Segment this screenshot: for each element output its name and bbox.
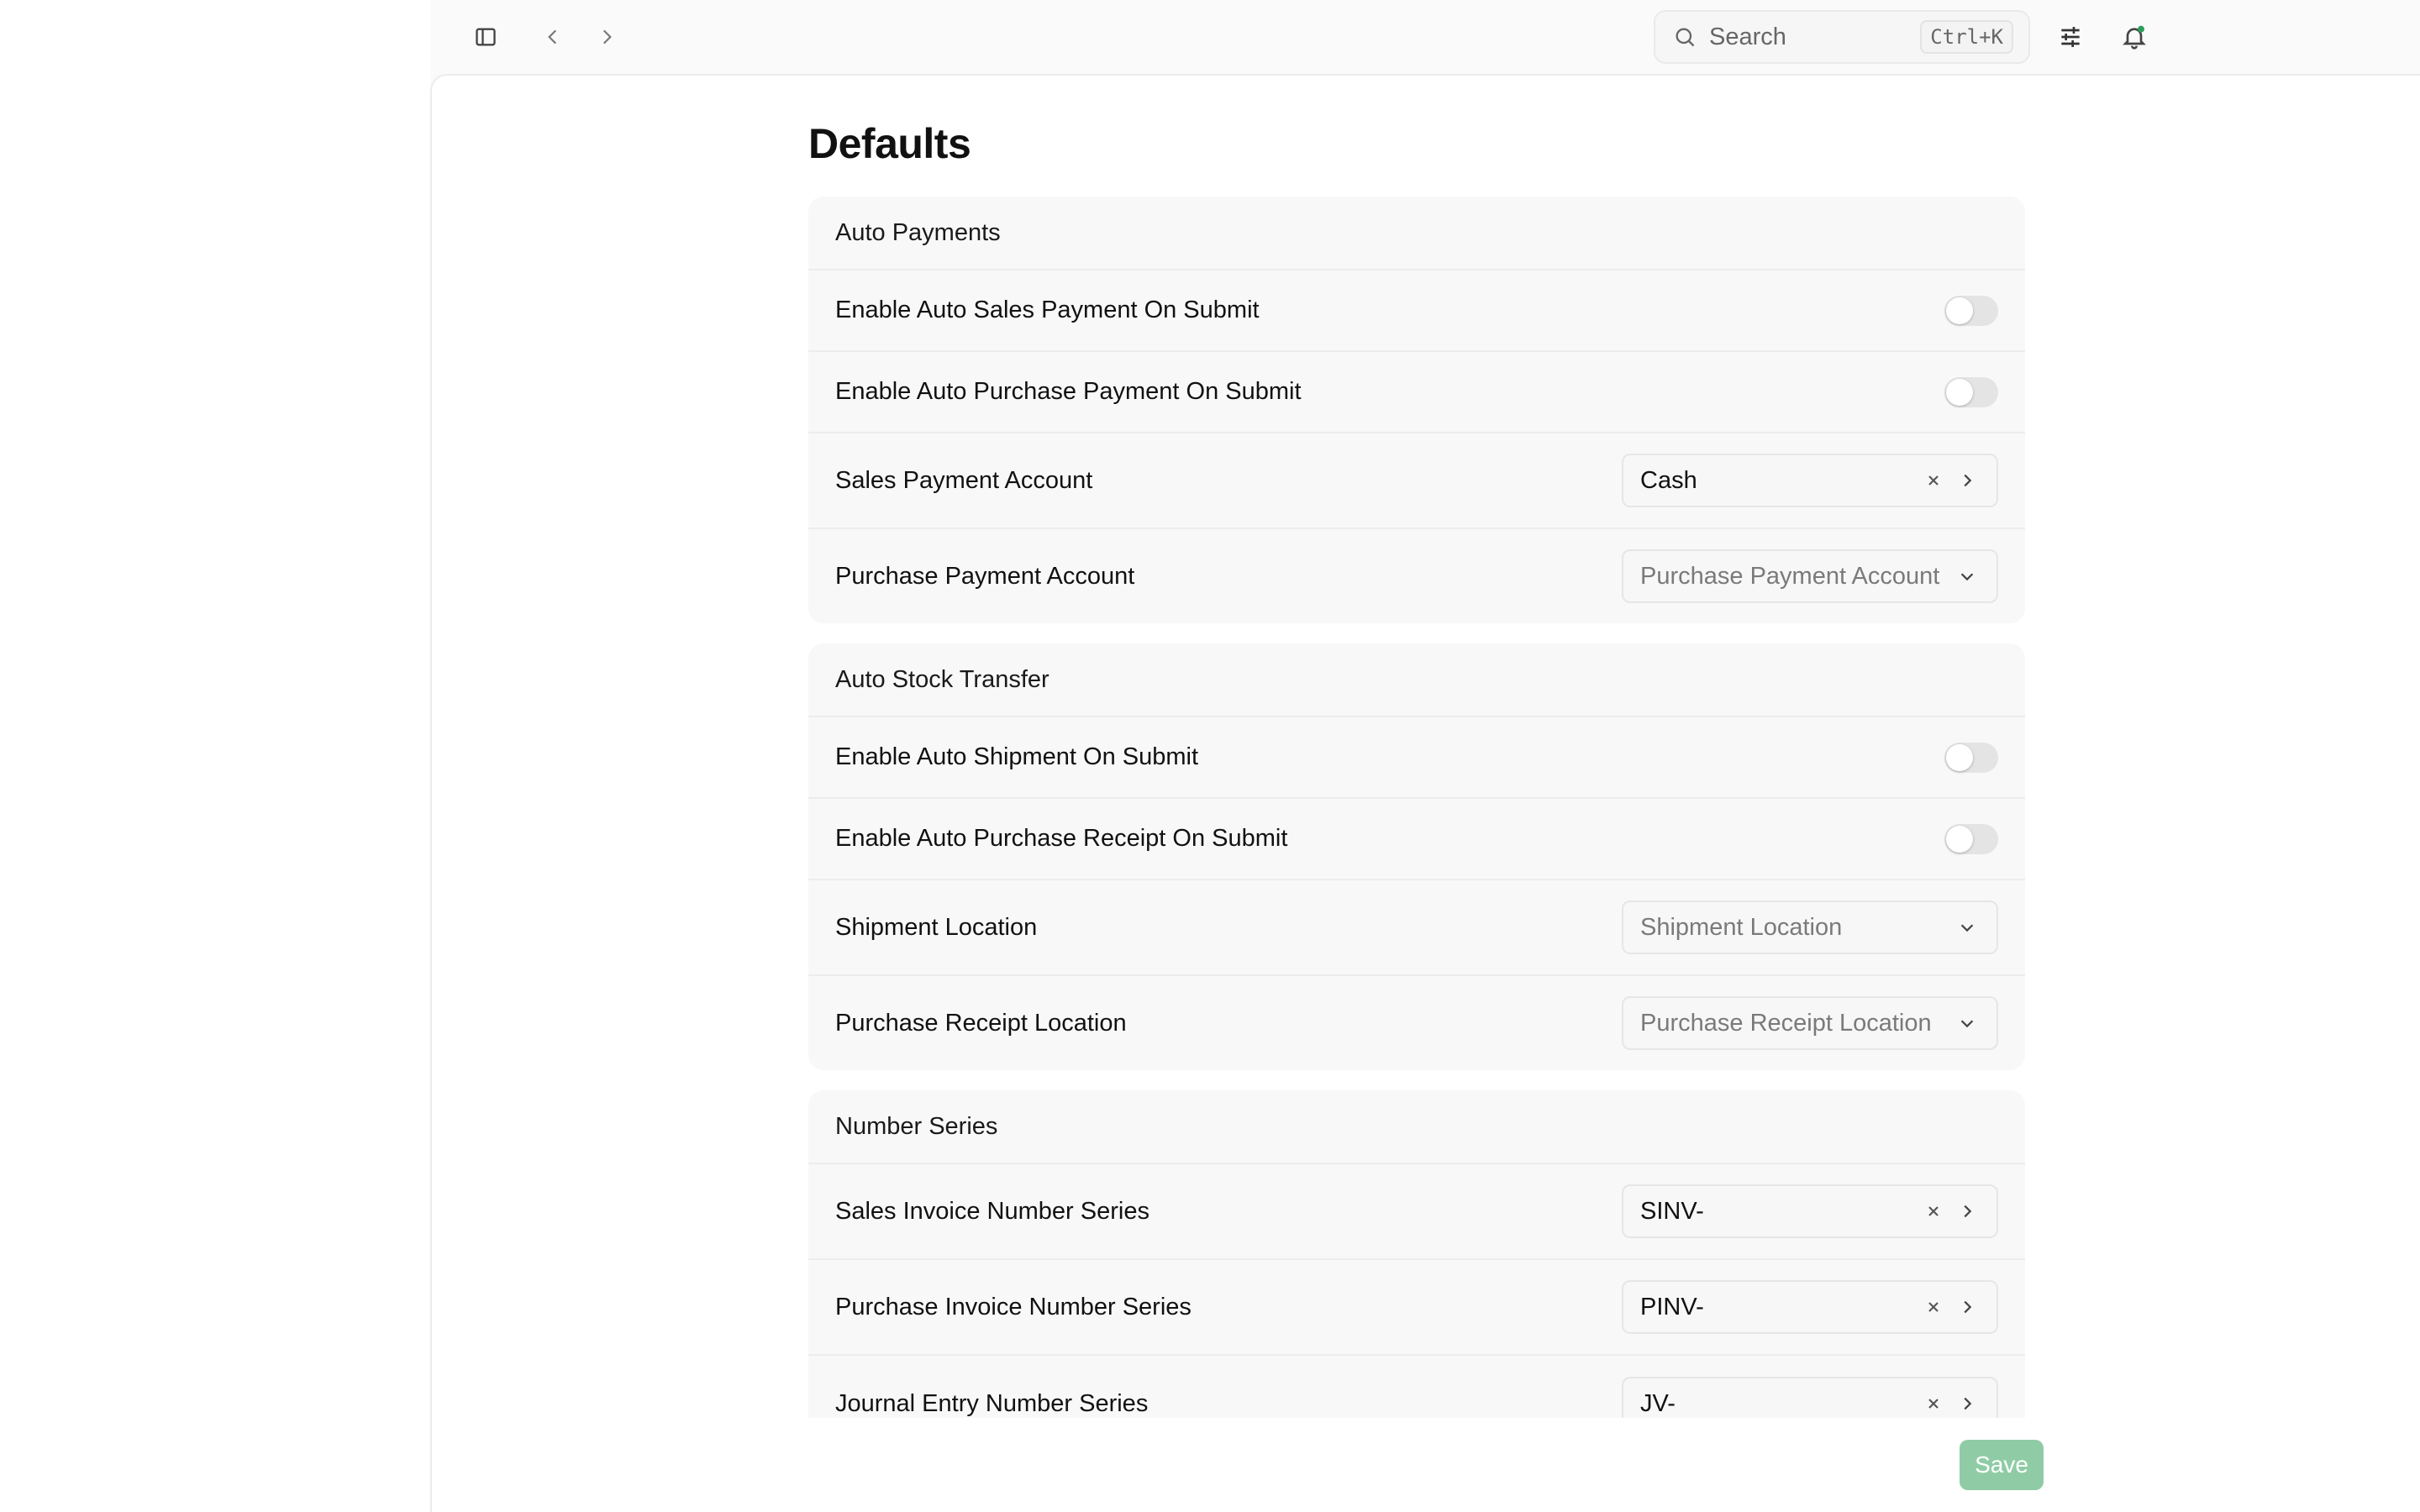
field-placeholder: Purchase Receipt Location — [1640, 1009, 1932, 1037]
chevron-right-icon[interactable] — [1954, 1199, 1980, 1224]
search-input[interactable]: Search Ctrl+K — [1654, 10, 2030, 64]
section-title: Auto Stock Transfer — [808, 643, 2025, 717]
clear-icon[interactable] — [1921, 1199, 1946, 1224]
purchase-payment-account-select[interactable]: Purchase Payment Account — [1622, 549, 1998, 603]
row-label: Purchase Payment Account — [835, 562, 1135, 590]
row-shipment-location: Shipment Location Shipment Location — [808, 880, 2025, 976]
row-label: Sales Invoice Number Series — [835, 1197, 1150, 1225]
chevron-down-icon — [1954, 915, 1980, 940]
search-label: Search — [1709, 23, 1786, 50]
chevron-right-icon[interactable] — [590, 20, 623, 54]
chevron-right-icon[interactable] — [1954, 468, 1980, 493]
search-icon — [1670, 23, 1699, 51]
clear-icon[interactable] — [1921, 1391, 1946, 1416]
row-label: Enable Auto Shipment On Submit — [835, 743, 1199, 770]
sidebar-toggle-icon[interactable] — [469, 20, 502, 54]
row-enable-auto-purchase-receipt: Enable Auto Purchase Receipt On Submit — [808, 799, 2025, 880]
row-purchase-invoice-series: Purchase Invoice Number Series PINV- — [808, 1260, 2025, 1356]
field-placeholder: Shipment Location — [1640, 913, 1843, 941]
search-shortcut: Ctrl+K — [1920, 20, 2013, 54]
page-title: Defaults — [808, 120, 971, 167]
chevron-right-icon[interactable] — [1954, 1391, 1980, 1416]
sales-payment-account-field[interactable]: Cash — [1622, 454, 1998, 507]
field-value: PINV- — [1640, 1293, 1704, 1320]
sales-invoice-series-field[interactable]: SINV- — [1622, 1184, 1998, 1238]
field-value: JV- — [1640, 1389, 1676, 1417]
row-label: Journal Entry Number Series — [835, 1389, 1149, 1417]
sliders-icon[interactable] — [2054, 20, 2087, 54]
purchase-invoice-series-field[interactable]: PINV- — [1622, 1280, 1998, 1334]
bell-icon[interactable] — [2118, 20, 2151, 54]
save-button[interactable]: Save — [1960, 1440, 2044, 1490]
settings-scroll-area[interactable]: Auto Payments Enable Auto Sales Payment … — [808, 197, 2025, 1418]
field-placeholder: Purchase Payment Account — [1640, 562, 1940, 590]
row-purchase-payment-account: Purchase Payment Account Purchase Paymen… — [808, 529, 2025, 623]
chevron-right-icon[interactable] — [1954, 1294, 1980, 1320]
section-auto-stock-transfer: Auto Stock Transfer Enable Auto Shipment… — [808, 643, 2025, 1070]
field-value: SINV- — [1640, 1197, 1704, 1225]
row-purchase-receipt-location: Purchase Receipt Location Purchase Recei… — [808, 976, 2025, 1070]
enable-auto-sales-payment-toggle[interactable] — [1944, 295, 1998, 326]
clear-icon[interactable] — [1921, 468, 1946, 493]
row-sales-invoice-series: Sales Invoice Number Series SINV- — [808, 1164, 2025, 1260]
row-enable-auto-shipment: Enable Auto Shipment On Submit — [808, 717, 2025, 799]
enable-auto-purchase-payment-toggle[interactable] — [1944, 376, 1998, 407]
journal-entry-series-field[interactable]: JV- — [1622, 1377, 1998, 1418]
sidebar-area — [0, 0, 430, 1512]
row-enable-auto-purchase-payment: Enable Auto Purchase Payment On Submit — [808, 352, 2025, 433]
row-label: Purchase Invoice Number Series — [835, 1293, 1192, 1320]
purchase-receipt-location-select[interactable]: Purchase Receipt Location — [1622, 996, 1998, 1050]
chevron-down-icon — [1954, 564, 1980, 589]
row-label: Sales Payment Account — [835, 466, 1093, 494]
enable-auto-purchase-receipt-toggle[interactable] — [1944, 823, 1998, 854]
row-label: Shipment Location — [835, 913, 1038, 941]
row-sales-payment-account: Sales Payment Account Cash — [808, 433, 2025, 529]
row-journal-entry-series: Journal Entry Number Series JV- — [808, 1356, 2025, 1418]
enable-auto-shipment-toggle[interactable] — [1944, 742, 1998, 773]
section-title: Number Series — [808, 1090, 2025, 1164]
section-number-series: Number Series Sales Invoice Number Serie… — [808, 1090, 2025, 1418]
section-auto-payments: Auto Payments Enable Auto Sales Payment … — [808, 197, 2025, 623]
chevron-down-icon — [1954, 1011, 1980, 1036]
row-label: Purchase Receipt Location — [835, 1009, 1127, 1037]
field-value: Cash — [1640, 466, 1697, 494]
section-title: Auto Payments — [808, 197, 2025, 270]
shipment-location-select[interactable]: Shipment Location — [1622, 900, 1998, 954]
row-label: Enable Auto Sales Payment On Submit — [835, 297, 1260, 323]
row-label: Enable Auto Purchase Receipt On Submit — [835, 825, 1288, 852]
chevron-left-icon[interactable] — [536, 20, 570, 54]
row-label: Enable Auto Purchase Payment On Submit — [835, 378, 1302, 405]
clear-icon[interactable] — [1921, 1294, 1946, 1320]
row-enable-auto-sales-payment: Enable Auto Sales Payment On Submit — [808, 270, 2025, 352]
main-panel: Defaults Auto Payments Enable Auto Sales… — [430, 74, 2420, 1512]
